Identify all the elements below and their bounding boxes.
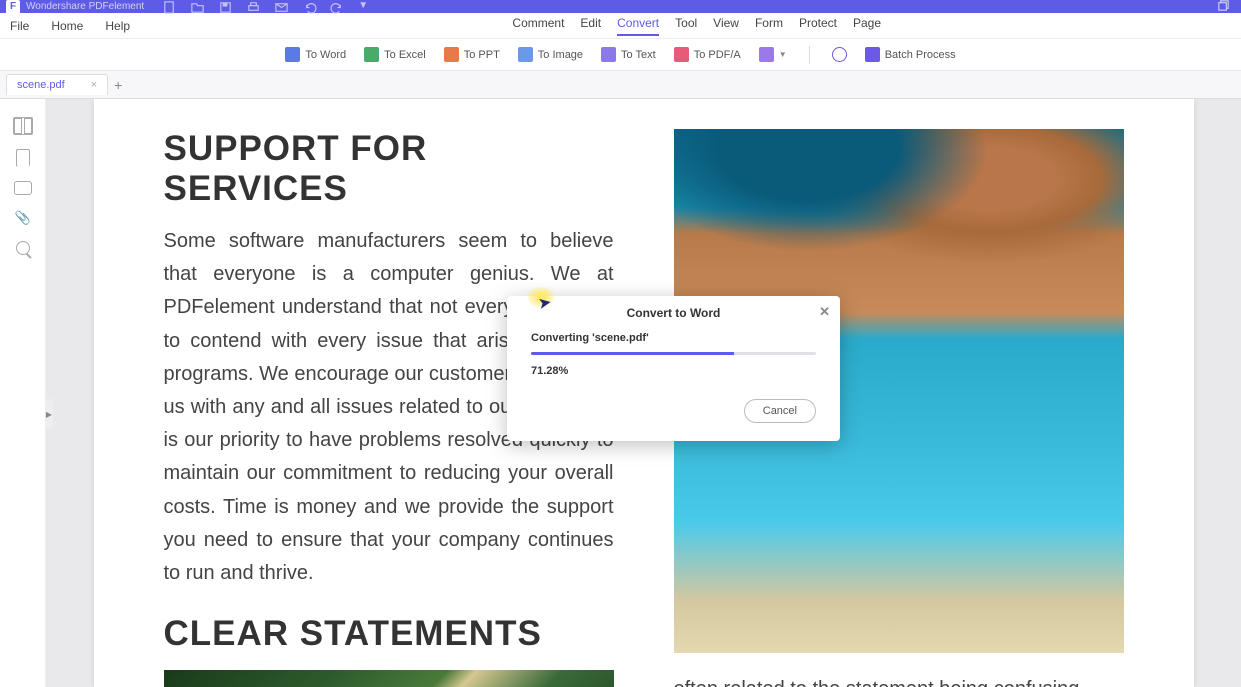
convert-dialog: Convert to Word ✕ Converting 'scene.pdf'… (507, 296, 840, 441)
progress-fill (531, 352, 734, 355)
app-title: Wondershare PDFelement (26, 1, 144, 12)
quick-tools: ▼ (162, 0, 372, 14)
progress-percent: 71.28% (531, 365, 816, 377)
comment-panel-icon[interactable] (14, 181, 32, 195)
menu-form[interactable]: Form (755, 16, 783, 36)
tab-scene-pdf[interactable]: scene.pdf × (6, 74, 108, 95)
separator (809, 46, 810, 64)
expand-sidebar-icon[interactable]: ▶ (45, 399, 53, 429)
to-text-label: To Text (621, 49, 656, 61)
menu-tool[interactable]: Tool (675, 16, 697, 36)
batch-label: Batch Process (885, 49, 956, 61)
to-image-button[interactable]: To Image (518, 47, 583, 62)
menu-comment[interactable]: Comment (512, 16, 564, 36)
to-ppt-button[interactable]: To PPT (444, 47, 500, 62)
to-excel-label: To Excel (384, 49, 426, 61)
to-pdfa-label: To PDF/A (694, 49, 741, 61)
progress-bar (531, 352, 816, 355)
new-file-icon[interactable] (162, 0, 176, 14)
dialog-status: Converting 'scene.pdf' (531, 332, 816, 344)
menu-convert[interactable]: Convert (617, 16, 659, 36)
open-file-icon[interactable] (190, 0, 204, 14)
menu-home[interactable]: Home (51, 19, 83, 33)
attachment-icon[interactable] (15, 209, 31, 227)
excel-icon (364, 47, 379, 62)
dialog-close-icon[interactable]: ✕ (819, 304, 830, 320)
settings-button[interactable] (832, 47, 847, 62)
gear-icon (832, 47, 847, 62)
other-icon (759, 47, 774, 62)
to-text-button[interactable]: To Text (601, 47, 656, 62)
window-restore-icon[interactable] (1216, 0, 1231, 16)
batch-icon (865, 47, 880, 62)
print-icon[interactable] (246, 0, 260, 14)
ppt-icon (444, 47, 459, 62)
titlebar: F Wondershare PDFelement ▼ (0, 0, 1241, 13)
image-icon (518, 47, 533, 62)
tab-close-icon[interactable]: × (91, 79, 97, 91)
thumbnails-icon[interactable] (13, 117, 33, 135)
menubar: File Home Help Comment Edit Convert Tool… (0, 13, 1241, 39)
word-icon (285, 47, 300, 62)
undo-icon[interactable] (302, 0, 316, 14)
to-ppt-label: To PPT (464, 49, 500, 61)
dropdown-icon[interactable]: ▼ (358, 0, 372, 14)
menu-view[interactable]: View (713, 16, 739, 36)
paragraph-right: often related to the statement being con… (674, 673, 1124, 687)
to-excel-button[interactable]: To Excel (364, 47, 426, 62)
to-word-button[interactable]: To Word (285, 47, 346, 62)
redo-icon[interactable] (330, 0, 344, 14)
menu-help[interactable]: Help (105, 19, 130, 33)
heading-clear: CLEAR STATEMENTS (164, 614, 614, 654)
to-pdfa-button[interactable]: To PDF/A (674, 47, 741, 62)
bookmark-icon[interactable] (16, 149, 30, 167)
batch-process-button[interactable]: Batch Process (865, 47, 956, 62)
app-logo-icon: F (6, 0, 20, 14)
document-tabs: scene.pdf × + (0, 71, 1241, 99)
save-icon[interactable] (218, 0, 232, 14)
forest-image (164, 670, 614, 687)
menu-page[interactable]: Page (853, 16, 881, 36)
add-tab-button[interactable]: + (114, 77, 122, 93)
chevron-down-icon: ▼ (779, 50, 787, 59)
to-other-button[interactable]: ▼ (759, 47, 787, 62)
to-word-label: To Word (305, 49, 346, 61)
dialog-title: Convert to Word ✕ (507, 296, 840, 328)
left-sidebar: ▶ (0, 99, 46, 687)
menu-protect[interactable]: Protect (799, 16, 837, 36)
cancel-button[interactable]: Cancel (744, 399, 816, 423)
to-image-label: To Image (538, 49, 583, 61)
menu-file[interactable]: File (10, 19, 29, 33)
pdfa-icon (674, 47, 689, 62)
menu-edit[interactable]: Edit (580, 16, 601, 36)
tab-label: scene.pdf (17, 79, 65, 91)
convert-toolbar: To Word To Excel To PPT To Image To Text… (0, 39, 1241, 71)
search-icon[interactable] (16, 241, 30, 255)
dialog-title-text: Convert to Word (627, 306, 721, 320)
text-icon (601, 47, 616, 62)
heading-support: SUPPORT FOR SERVICES (164, 129, 614, 209)
email-icon[interactable] (274, 0, 288, 14)
